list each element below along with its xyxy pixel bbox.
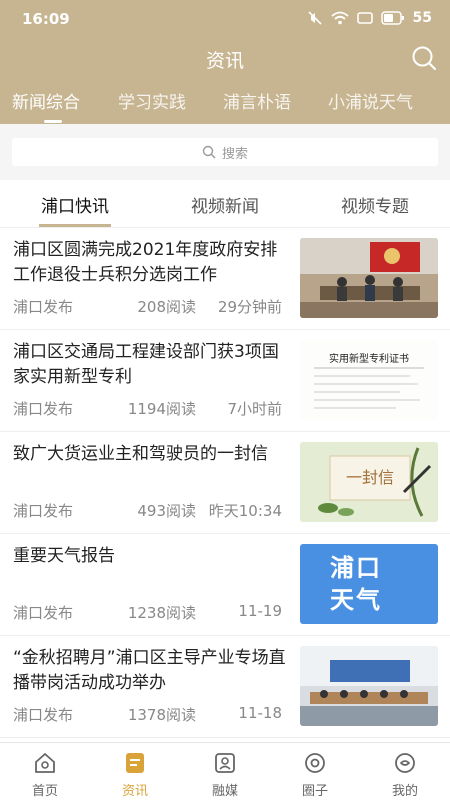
- news-time: 昨天10:34: [208, 502, 282, 520]
- search-icon: [202, 145, 216, 159]
- media-icon: [215, 753, 235, 773]
- screen-icon: [356, 11, 373, 25]
- news-time: 11-18: [238, 704, 282, 722]
- news-title: 致广大货运业主和驾驶员的一封信: [13, 444, 268, 464]
- thumbnail-caption: 一封信: [345, 468, 394, 487]
- title-row: 资讯: [0, 38, 450, 78]
- tab-puyan-puyu[interactable]: 浦言朴语: [223, 88, 291, 113]
- app-header: 16:09 55 资讯 新闻综合 学习实践 浦言朴语 小浦说天气: [0, 0, 450, 124]
- home-icon: [35, 753, 55, 773]
- battery-level: 55: [412, 10, 432, 26]
- news-read-count: 1238阅读: [127, 604, 196, 622]
- news-time: 11-19: [238, 602, 282, 620]
- news-read-count: 493阅读: [137, 502, 196, 520]
- tab-video-news[interactable]: 视频新闻: [150, 192, 300, 217]
- mute-icon: [307, 10, 323, 26]
- search-area: 搜索: [0, 124, 450, 178]
- news-source: 浦口发布: [13, 502, 74, 520]
- profile-icon: [395, 753, 415, 773]
- active-tab-underline: [44, 120, 62, 123]
- nav-home-label: 首页: [31, 784, 58, 799]
- news-item[interactable]: 重要天气报告 浦口发布 1238阅读 11-19 浦口天气: [0, 534, 450, 636]
- news-title: 浦口区交通局工程建设部门获3项国家实用新型专利: [13, 342, 279, 387]
- news-icon: [126, 753, 144, 773]
- nav-home[interactable]: 首页: [0, 743, 90, 800]
- news-read-count: 1378阅读: [127, 706, 196, 724]
- tab-video-topics[interactable]: 视频专题: [300, 192, 450, 217]
- news-read-count: 208阅读: [137, 298, 196, 316]
- nav-profile[interactable]: 我的: [360, 743, 450, 800]
- news-read-count: 1194阅读: [127, 400, 196, 418]
- news-list: 浦口区圆满完成2021年度政府安排工作退役士兵积分选岗工作 浦口发布 208阅读…: [0, 228, 450, 742]
- news-title: “金秋招聘月”浦口区主导产业专场直播带岗活动成功举办: [13, 648, 286, 693]
- news-item[interactable]: 浦口区圆满完成2021年度政府安排工作退役士兵积分选岗工作 浦口发布 208阅读…: [0, 228, 450, 330]
- nav-media-label: 融媒: [211, 784, 238, 799]
- news-source: 浦口发布: [13, 298, 74, 316]
- nav-news-label: 资讯: [121, 784, 148, 799]
- news-title: 重要天气报告: [13, 546, 115, 566]
- battery-icon: [380, 11, 405, 25]
- circle-icon: [305, 753, 325, 773]
- status-time: 16:09: [22, 10, 70, 28]
- bottom-navigation: 首页 资讯 融媒 圈子 我的: [0, 742, 450, 800]
- thumbnail-caption: 浦口天气: [330, 554, 382, 614]
- news-source: 浦口发布: [13, 706, 74, 724]
- news-thumbnail: [300, 238, 438, 318]
- news-item[interactable]: 浦口区交通局工程建设部门获3项国家实用新型专利 浦口发布 1194阅读 7小时前…: [0, 330, 450, 432]
- search-input[interactable]: 搜索: [12, 138, 438, 166]
- news-thumbnail: [300, 646, 438, 726]
- tab-news-general[interactable]: 新闻综合: [12, 88, 80, 113]
- sub-tabs: 浦口快讯 视频新闻 视频专题: [0, 180, 450, 228]
- search-icon: [412, 46, 437, 71]
- status-icons: 55: [307, 10, 432, 26]
- news-thumbnail: 一封信: [300, 442, 438, 522]
- sub-tab-indicator: [39, 224, 111, 227]
- nav-circle-label: 圈子: [301, 784, 328, 799]
- nav-media[interactable]: 融媒: [180, 743, 270, 800]
- category-tabs: 新闻综合 学习实践 浦言朴语 小浦说天气: [0, 88, 450, 124]
- news-title: 浦口区圆满完成2021年度政府安排工作退役士兵积分选岗工作: [13, 240, 278, 285]
- wifi-icon: [330, 10, 349, 26]
- tab-study-practice[interactable]: 学习实践: [118, 88, 186, 113]
- page-title: 资讯: [205, 50, 244, 72]
- nav-profile-label: 我的: [391, 784, 418, 799]
- news-item[interactable]: 致广大货运业主和驾驶员的一封信 浦口发布 493阅读 昨天10:34 一封信: [0, 432, 450, 534]
- tab-pukou-news[interactable]: 浦口快讯: [0, 192, 150, 217]
- news-item[interactable]: “金秋招聘月”浦口区主导产业专场直播带岗活动成功举办 浦口发布 1378阅读 1…: [0, 636, 450, 738]
- tab-weather[interactable]: 小浦说天气: [328, 88, 413, 113]
- status-bar: 16:09 55: [0, 0, 450, 36]
- news-thumbnail: 实用新型专利证书: [300, 340, 438, 420]
- news-source: 浦口发布: [13, 400, 74, 418]
- news-source: 浦口发布: [13, 604, 74, 622]
- news-time: 7小时前: [227, 400, 282, 418]
- search-placeholder: 搜索: [221, 146, 248, 162]
- news-thumbnail: 浦口天气: [300, 544, 438, 624]
- nav-circle[interactable]: 圈子: [270, 743, 360, 800]
- news-time: 29分钟前: [217, 298, 282, 316]
- header-search-button[interactable]: [410, 44, 438, 72]
- nav-news[interactable]: 资讯: [90, 743, 180, 800]
